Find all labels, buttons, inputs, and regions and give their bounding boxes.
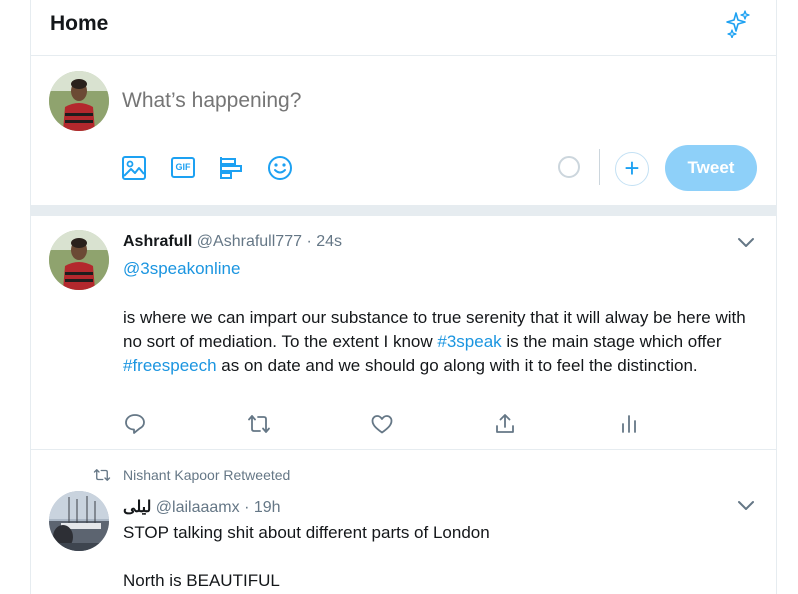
tweet[interactable]: Ashrafull @Ashrafull777 · 24s @3speakonl…: [31, 216, 776, 450]
retweeted-by[interactable]: Nishant Kapoor Retweeted: [123, 467, 290, 483]
divider: [599, 149, 600, 185]
character-counter-ring: [558, 156, 580, 178]
timestamp[interactable]: · 24s: [306, 233, 342, 250]
analytics-icon[interactable]: [617, 412, 641, 436]
poll-icon[interactable]: [216, 153, 246, 183]
tweet-header: Ashrafull @Ashrafull777 · 24s: [123, 233, 342, 251]
timeline-column: Home What’s happening? GIF + Tweet Ashra…: [30, 0, 777, 594]
tweet-button[interactable]: Tweet: [665, 145, 757, 191]
compose-box: GIF + Tweet: [31, 57, 776, 205]
display-name[interactable]: ليلى: [123, 499, 151, 516]
reply-icon[interactable]: [123, 412, 147, 436]
handle[interactable]: @Ashrafull777: [197, 233, 302, 250]
mention-link[interactable]: @3speakonline: [123, 259, 240, 279]
tweet-text: STOP talking shit about different parts …: [123, 521, 490, 593]
tweet-text-part: is the main stage which offer: [501, 332, 722, 351]
compose-input[interactable]: [122, 89, 682, 113]
retweet-icon: [93, 469, 111, 481]
retweet-context: Nishant Kapoor Retweeted: [93, 467, 290, 483]
section-divider: [31, 205, 776, 216]
share-icon[interactable]: [493, 412, 517, 436]
avatar[interactable]: [49, 230, 109, 290]
hashtag-link[interactable]: #freespeech: [123, 356, 217, 375]
tweet-text-part: as on date and we should go along with i…: [216, 356, 698, 375]
tweet-text-line: STOP talking shit about different parts …: [123, 523, 490, 542]
tweet-text: is where we can impart our substance to …: [123, 306, 758, 378]
gif-label: GIF: [171, 157, 195, 178]
emoji-icon[interactable]: [265, 153, 295, 183]
tweet-header: ليلى @lailaaamx · 19h: [123, 497, 281, 517]
header: Home: [31, 0, 776, 56]
like-icon[interactable]: [370, 412, 394, 436]
handle[interactable]: @lailaaamx: [156, 499, 240, 516]
add-tweet-button[interactable]: +: [615, 152, 649, 186]
timestamp[interactable]: · 19h: [244, 499, 280, 516]
sparkle-icon[interactable]: [724, 10, 752, 38]
hashtag-link[interactable]: #3speak: [437, 332, 501, 351]
avatar[interactable]: [49, 71, 109, 131]
avatar[interactable]: [49, 491, 109, 551]
chevron-down-icon[interactable]: [736, 232, 756, 252]
image-icon[interactable]: [119, 153, 149, 183]
retweet-icon[interactable]: [247, 412, 271, 436]
page-title: Home: [50, 12, 109, 35]
tweet[interactable]: Nishant Kapoor Retweeted ليلى @lailaaamx…: [31, 451, 776, 594]
display-name[interactable]: Ashrafull: [123, 233, 192, 250]
tweet-text-line: North is BEAUTIFUL: [123, 571, 280, 590]
gif-icon[interactable]: GIF: [168, 153, 198, 183]
chevron-down-icon[interactable]: [736, 495, 756, 515]
tweet-actions: [123, 412, 663, 436]
